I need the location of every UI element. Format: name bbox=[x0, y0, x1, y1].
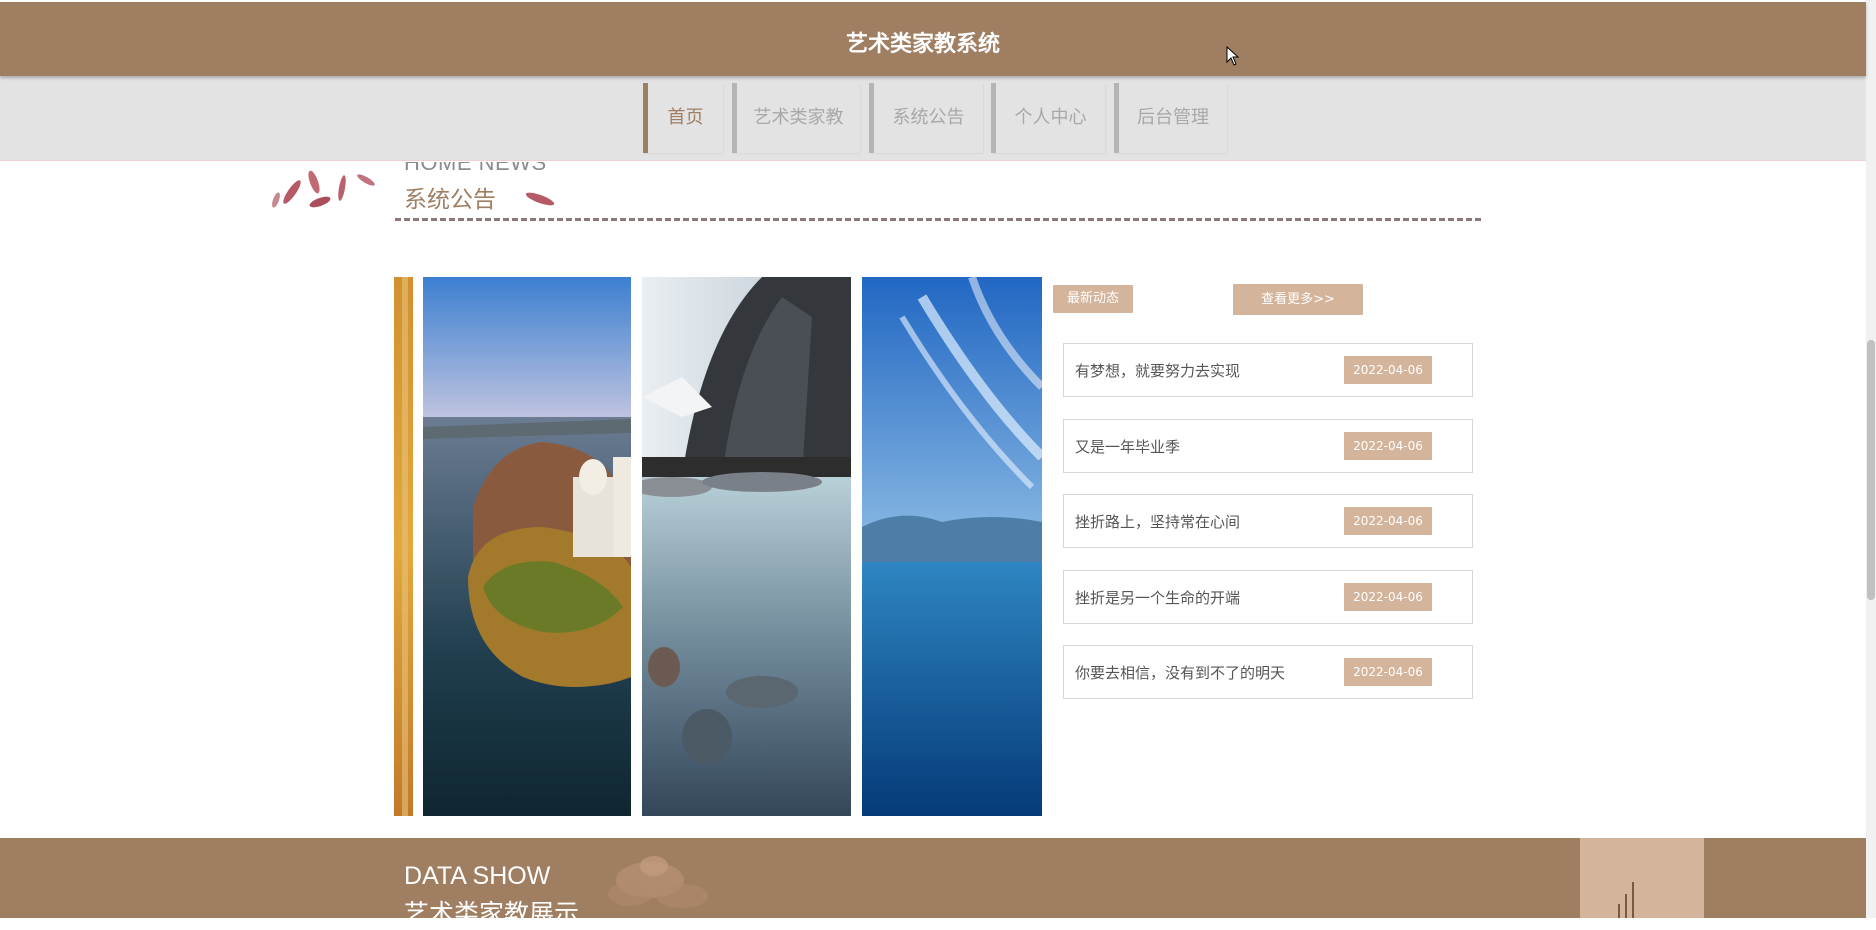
gallery-image-river-rocks[interactable] bbox=[642, 277, 851, 816]
news-list-item[interactable]: 挫折路上，坚持常在心间 2022-04-06 bbox=[1063, 494, 1473, 548]
app-title: 艺术类家教系统 bbox=[845, 32, 1000, 57]
news-date-badge: 2022-04-06 bbox=[1344, 658, 1432, 686]
page-scrollbar[interactable] bbox=[1866, 0, 1876, 918]
news-section-title-cn: 系统公告 bbox=[404, 187, 496, 213]
data-show-title-cn: 艺术类家教展示 bbox=[404, 899, 580, 928]
data-show-section: DATA SHOW 艺术类家教展示 bbox=[0, 838, 1866, 928]
news-title: 你要去相信，没有到不了的明天 bbox=[1075, 664, 1286, 682]
news-date-badge: 2022-04-06 bbox=[1344, 583, 1432, 611]
top-header: 艺术类家教系统 bbox=[0, 2, 1866, 76]
news-list-item[interactable]: 又是一年毕业季 2022-04-06 bbox=[1063, 419, 1473, 473]
gallery-image-blue-lake[interactable] bbox=[862, 277, 1042, 816]
main-nav: 首页 艺术类家教 系统公告 个人中心 后台管理 bbox=[0, 76, 1866, 161]
bar-chart-icon bbox=[1618, 882, 1634, 918]
latest-news-tab[interactable]: 最新动态 bbox=[1053, 285, 1133, 313]
nav-item-home[interactable]: 首页 bbox=[643, 83, 723, 153]
scrollbar-thumb[interactable] bbox=[1867, 340, 1875, 600]
news-title: 挫折路上，坚持常在心间 bbox=[1075, 513, 1241, 531]
news-title: 有梦想，就要努力去实现 bbox=[1075, 362, 1241, 380]
news-date-badge: 2022-04-06 bbox=[1344, 356, 1432, 384]
gallery-image-autumn[interactable] bbox=[394, 277, 413, 816]
view-more-button[interactable]: 查看更多>> bbox=[1233, 284, 1363, 315]
gallery-image-lake-castle[interactable] bbox=[423, 277, 631, 816]
nav-item-personal-center[interactable]: 个人中心 bbox=[991, 83, 1105, 153]
section-divider bbox=[395, 218, 1481, 221]
nav-item-art-tutors[interactable]: 艺术类家教 bbox=[732, 83, 860, 153]
data-show-title-en: DATA SHOW bbox=[404, 862, 551, 890]
news-date-badge: 2022-04-06 bbox=[1344, 507, 1432, 535]
news-list-item[interactable]: 有梦想，就要努力去实现 2022-04-06 bbox=[1063, 343, 1473, 397]
news-list-item[interactable]: 你要去相信，没有到不了的明天 2022-04-06 bbox=[1063, 645, 1473, 699]
stats-panel bbox=[1580, 838, 1704, 918]
flower-decoration bbox=[608, 856, 708, 908]
news-title: 挫折是另一个生命的开端 bbox=[1075, 589, 1241, 607]
news-section-header: HOME NEWS 系统公告 bbox=[270, 150, 1481, 230]
nav-item-announcements[interactable]: 系统公告 bbox=[869, 83, 983, 153]
news-title: 又是一年毕业季 bbox=[1075, 438, 1181, 456]
news-list-item[interactable]: 挫折是另一个生命的开端 2022-04-06 bbox=[1063, 570, 1473, 624]
cursor-arrow-icon bbox=[1226, 46, 1240, 66]
news-date-badge: 2022-04-06 bbox=[1344, 432, 1432, 460]
nav-item-admin[interactable]: 后台管理 bbox=[1114, 83, 1227, 153]
